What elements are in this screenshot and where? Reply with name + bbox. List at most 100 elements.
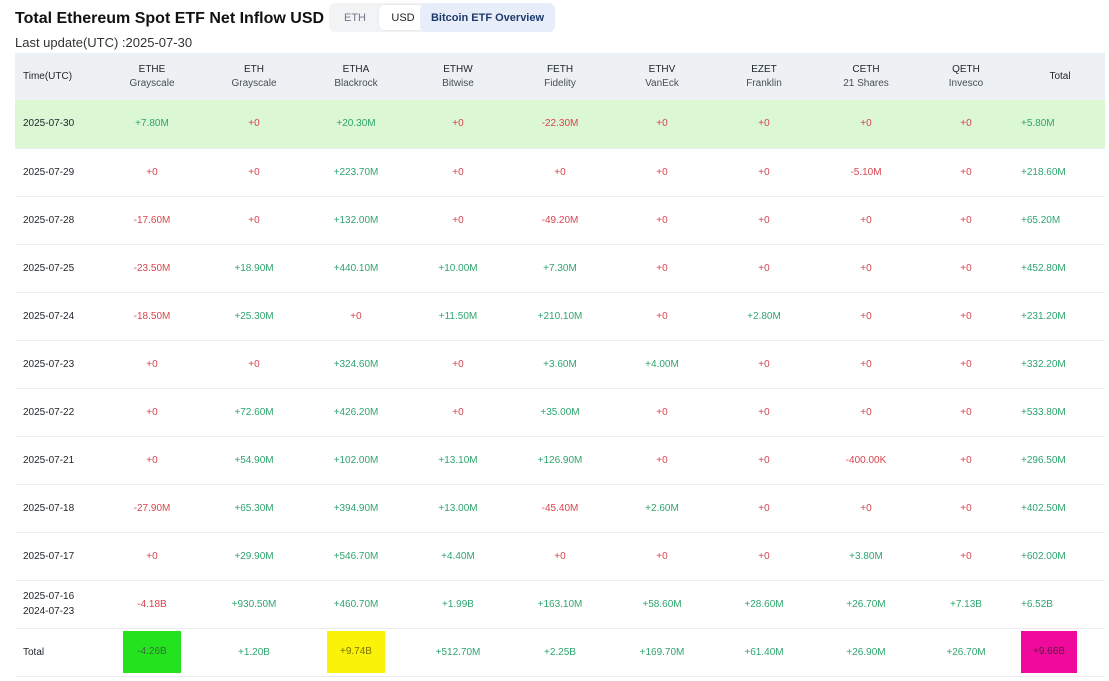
time-column-header: Time(UTC) — [23, 70, 73, 82]
flow-cell: +0 — [860, 406, 872, 418]
flow-cell: -18.50M — [133, 310, 171, 322]
flow-cell: +452.80M — [1021, 262, 1066, 274]
flow-cell: -45.40M — [541, 502, 579, 514]
column-ticker: QETH — [952, 63, 980, 75]
eth-unit-option[interactable]: ETH — [331, 5, 379, 30]
flow-cell: +0 — [860, 262, 872, 274]
flow-cell: +0 — [248, 118, 260, 130]
table-row: 2025-07-18 -27.90M +65.30M +394.90M +13.00M -… — [15, 484, 1105, 532]
flow-cell: +25.30M — [234, 310, 274, 322]
flow-cell: +0 — [960, 262, 972, 274]
flow-cell: +7.80M — [135, 118, 169, 130]
flow-cell: -22.30M — [541, 118, 579, 130]
etf-flow-table: Time(UTC) ETHE Grayscale ETH Grayscale ETHA B… — [15, 53, 1105, 677]
column-header-4: FETH Fidelity — [509, 53, 611, 100]
flow-cell: +35.00M — [540, 406, 580, 418]
column-header-5: ETHV VanEck — [611, 53, 713, 100]
total-value: -4.26B — [123, 631, 181, 673]
flow-cell: +6.52B — [1021, 598, 1053, 610]
flow-cell: +163.10M — [537, 598, 583, 610]
column-ticker: ETH — [244, 63, 264, 75]
total-value: +26.70M — [946, 646, 986, 658]
flow-cell: +332.20M — [1021, 358, 1066, 370]
column-ticker: CETH — [852, 63, 880, 75]
bitcoin-etf-overview-button[interactable]: Bitcoin ETF Overview — [420, 3, 555, 32]
flow-cell: +13.00M — [438, 502, 478, 514]
column-header-0: ETHE Grayscale — [101, 53, 203, 100]
flow-cell: +0 — [350, 310, 362, 322]
flow-cell: +0 — [860, 502, 872, 514]
flow-cell: +5.80M — [1021, 118, 1055, 130]
grand-total-value: +9.66B — [1021, 631, 1077, 673]
flow-cell: +18.90M — [234, 262, 274, 274]
flow-cell: +4.00M — [645, 358, 679, 370]
table-row: 2025-07-30 +7.80M +0 +20.30M +0 -22.30M +0 +0 +0… — [15, 100, 1105, 148]
flow-cell: +394.90M — [333, 502, 379, 514]
page-header: Total Ethereum Spot ETF Net Inflow USD E… — [15, 0, 1105, 52]
total-flow-cell: -4.26B — [101, 628, 203, 676]
flow-cell: +28.60M — [744, 598, 784, 610]
flow-cell: +11.50M — [438, 310, 478, 322]
column-header-6: EZET Franklin — [713, 53, 815, 100]
flow-cell: +0 — [960, 118, 972, 130]
total-flow-cell: +512.70M — [407, 628, 509, 676]
grand-total-cell: +9.66B — [1015, 628, 1105, 676]
flow-cell: +0 — [960, 166, 972, 178]
range-date-from: 2025-07-16 — [23, 591, 75, 602]
flow-cell: +3.80M — [849, 550, 883, 562]
row-date: 2025-07-29 — [23, 166, 75, 178]
column-issuer: Fidelity — [544, 77, 576, 89]
flow-cell: +0 — [758, 406, 770, 418]
flow-cell: +0 — [146, 166, 158, 178]
column-ticker: EZET — [751, 63, 777, 75]
flow-cell: +0 — [656, 454, 668, 466]
column-ticker: FETH — [546, 63, 574, 75]
flow-cell: +0 — [960, 406, 972, 418]
flow-cell: +102.00M — [333, 454, 379, 466]
total-flow-cell: +61.40M — [713, 628, 815, 676]
flow-cell: +0 — [758, 118, 770, 130]
flow-cell: +426.20M — [333, 406, 379, 418]
total-row: Total -4.26B +1.20B +9.74B +512.70M +2.25B +16… — [15, 628, 1105, 676]
flow-cell: +29.90M — [234, 550, 274, 562]
flow-cell: +0 — [960, 454, 972, 466]
column-issuer: Invesco — [948, 77, 984, 89]
flow-cell: +0 — [960, 310, 972, 322]
row-date: 2025-07-23 — [23, 358, 75, 370]
flow-cell: +0 — [960, 214, 972, 226]
row-date: 2025-07-18 — [23, 502, 75, 514]
column-issuer: VanEck — [645, 77, 679, 89]
flow-cell: +1.99B — [442, 598, 474, 610]
total-value: +1.20B — [238, 646, 270, 658]
column-header-2: ETHA Blackrock — [305, 53, 407, 100]
flow-cell: +0 — [860, 358, 872, 370]
flow-cell: +132.00M — [333, 214, 379, 226]
column-ticker: ETHW — [443, 63, 473, 75]
range-date-to: 2024-07-23 — [23, 606, 75, 617]
flow-cell: +13.10M — [438, 454, 478, 466]
column-ticker: ETHA — [342, 63, 370, 75]
table-row: 2025-07-17 +0 +29.90M +546.70M +4.40M +0 +0 +0 +… — [15, 532, 1105, 580]
flow-cell: +0 — [656, 166, 668, 178]
flow-cell: +218.60M — [1021, 166, 1066, 178]
column-ticker: ETHE — [138, 63, 166, 75]
flow-cell: +402.50M — [1021, 502, 1066, 514]
flow-cell: +0 — [452, 214, 464, 226]
flow-cell: +20.30M — [336, 118, 376, 130]
total-flow-cell: +26.90M — [815, 628, 917, 676]
column-header-7: CETH 21 Shares — [815, 53, 917, 100]
total-value: +512.70M — [435, 646, 481, 658]
flow-cell: +0 — [960, 358, 972, 370]
flow-cell: +72.60M — [234, 406, 274, 418]
flow-cell: +10.00M — [438, 262, 478, 274]
table-row: 2025-07-23 +0 +0 +324.60M +0 +3.60M +4.00M +0 +0… — [15, 340, 1105, 388]
table-row: 2025-07-28 -17.60M +0 +132.00M +0 -49.20M +0 +0… — [15, 196, 1105, 244]
flow-cell: +533.80M — [1021, 406, 1066, 418]
flow-cell: +2.60M — [645, 502, 679, 514]
flow-cell: +602.00M — [1021, 550, 1066, 562]
row-date: 2025-07-21 — [23, 454, 75, 466]
row-date: 2025-07-25 — [23, 262, 75, 274]
last-update-text: Last update(UTC) :2025-07-30 — [15, 35, 193, 50]
total-flow-cell: +26.70M — [917, 628, 1015, 676]
flow-cell: +0 — [452, 166, 464, 178]
